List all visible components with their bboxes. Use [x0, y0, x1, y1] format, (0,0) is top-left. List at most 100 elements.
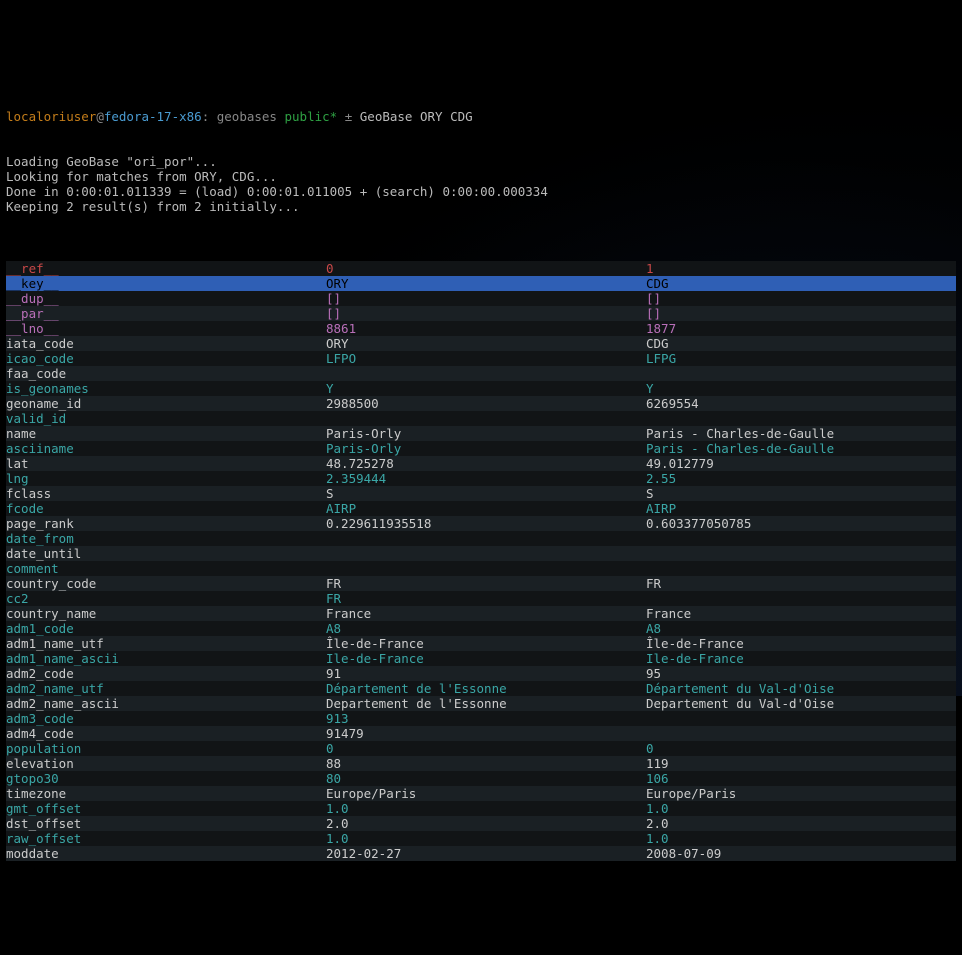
field-name: timezone: [6, 786, 326, 801]
value-col-1: 49.012779: [646, 456, 956, 471]
field-name: date_from: [6, 531, 326, 546]
prompt-line: localoriuser@fedora-17-x86: geobases pub…: [6, 109, 956, 124]
value-col-0: Y: [326, 381, 646, 396]
field-name: icao_code: [6, 351, 326, 366]
value-col-1: []: [646, 306, 956, 321]
field-name: iata_code: [6, 336, 326, 351]
table-row: __ref__01: [6, 261, 956, 276]
field-name: faa_code: [6, 366, 326, 381]
table-row: gtopo3080106: [6, 771, 956, 786]
field-name: adm4_code: [6, 726, 326, 741]
prompt-sep2: ±: [337, 109, 360, 124]
field-name: date_until: [6, 546, 326, 561]
table-row: nameParis-OrlyParis - Charles-de-Gaulle: [6, 426, 956, 441]
value-col-1: 119: [646, 756, 956, 771]
table-row: icao_codeLFPOLFPG: [6, 351, 956, 366]
field-name: __par__: [6, 306, 326, 321]
value-col-1: Departement du Val-d'Oise: [646, 696, 956, 711]
table-row: __par__[][]: [6, 306, 956, 321]
table-row: lng2.3594442.55: [6, 471, 956, 486]
prompt-branch: public*: [285, 109, 338, 124]
value-col-0: [326, 411, 646, 426]
value-col-1: [646, 531, 956, 546]
value-col-1: 0.603377050785: [646, 516, 956, 531]
value-col-1: CDG: [646, 276, 956, 291]
table-row: dst_offset2.02.0: [6, 816, 956, 831]
field-name: country_code: [6, 576, 326, 591]
table-row: date_from: [6, 531, 956, 546]
value-col-0: 48.725278: [326, 456, 646, 471]
table-row: moddate2012-02-272008-07-09: [6, 846, 956, 861]
field-name: page_rank: [6, 516, 326, 531]
value-col-1: []: [646, 291, 956, 306]
table-row: faa_code: [6, 366, 956, 381]
value-col-0: [326, 366, 646, 381]
value-col-0: []: [326, 291, 646, 306]
value-col-0: LFPO: [326, 351, 646, 366]
table-row: adm1_codeA8A8: [6, 621, 956, 636]
table-row: asciinameParis-OrlyParis - Charles-de-Ga…: [6, 441, 956, 456]
field-name: asciiname: [6, 441, 326, 456]
value-col-1: S: [646, 486, 956, 501]
value-col-0: Europe/Paris: [326, 786, 646, 801]
table-row: adm1_name_asciiIle-de-FranceIle-de-Franc…: [6, 651, 956, 666]
field-name: comment: [6, 561, 326, 576]
field-name: gmt_offset: [6, 801, 326, 816]
table-row: page_rank0.2296119355180.603377050785: [6, 516, 956, 531]
table-row: gmt_offset1.01.0: [6, 801, 956, 816]
table-row: elevation88119: [6, 756, 956, 771]
value-col-1: 106: [646, 771, 956, 786]
value-col-0: 91: [326, 666, 646, 681]
output-line: [6, 214, 956, 229]
field-name: elevation: [6, 756, 326, 771]
table-row: adm2_name_asciiDepartement de l'EssonneD…: [6, 696, 956, 711]
value-col-1: 1.0: [646, 801, 956, 816]
value-col-1: CDG: [646, 336, 956, 351]
table-row: is_geonamesYY: [6, 381, 956, 396]
value-col-0: [326, 546, 646, 561]
value-col-0: 80: [326, 771, 646, 786]
value-col-0: France: [326, 606, 646, 621]
output-line: Loading GeoBase "ori_por"...: [6, 154, 956, 169]
table-row: adm2_code9195: [6, 666, 956, 681]
value-col-1: [646, 411, 956, 426]
field-name: adm2_name_utf: [6, 681, 326, 696]
table-row: adm4_code91479: [6, 726, 956, 741]
field-name: adm1_name_ascii: [6, 651, 326, 666]
value-col-0: Ile-de-France: [326, 651, 646, 666]
value-col-1: Y: [646, 381, 956, 396]
value-col-1: [646, 546, 956, 561]
table-row: __lno__88611877: [6, 321, 956, 336]
prompt-user: localoriuser: [6, 109, 96, 124]
value-col-0: [326, 561, 646, 576]
field-name: moddate: [6, 846, 326, 861]
value-col-1: 2.0: [646, 816, 956, 831]
terminal[interactable]: localoriuser@fedora-17-x86: geobases pub…: [0, 75, 962, 880]
field-name: fclass: [6, 486, 326, 501]
value-col-1: [646, 366, 956, 381]
value-col-0: 913: [326, 711, 646, 726]
value-col-1: 1.0: [646, 831, 956, 846]
field-name: valid_id: [6, 411, 326, 426]
field-name: __ref__: [6, 261, 326, 276]
value-col-0: 1.0: [326, 831, 646, 846]
field-name: adm1_name_utf: [6, 636, 326, 651]
table-row: lat48.72527849.012779: [6, 456, 956, 471]
table-row: valid_id: [6, 411, 956, 426]
prompt-at: @: [96, 109, 104, 124]
value-col-0: ORY: [326, 276, 646, 291]
field-name: adm2_name_ascii: [6, 696, 326, 711]
value-col-0: 0.229611935518: [326, 516, 646, 531]
value-col-0: []: [326, 306, 646, 321]
output-block: Loading GeoBase "ori_por"...Looking for …: [6, 154, 956, 229]
value-col-0: Île-de-France: [326, 636, 646, 651]
value-col-0: 2.359444: [326, 471, 646, 486]
table-row: country_codeFRFR: [6, 576, 956, 591]
field-name: name: [6, 426, 326, 441]
value-col-0: S: [326, 486, 646, 501]
table-row: cc2FR: [6, 591, 956, 606]
value-col-1: A8: [646, 621, 956, 636]
table-row: country_nameFranceFrance: [6, 606, 956, 621]
table-row: adm3_code913: [6, 711, 956, 726]
value-col-1: [646, 711, 956, 726]
